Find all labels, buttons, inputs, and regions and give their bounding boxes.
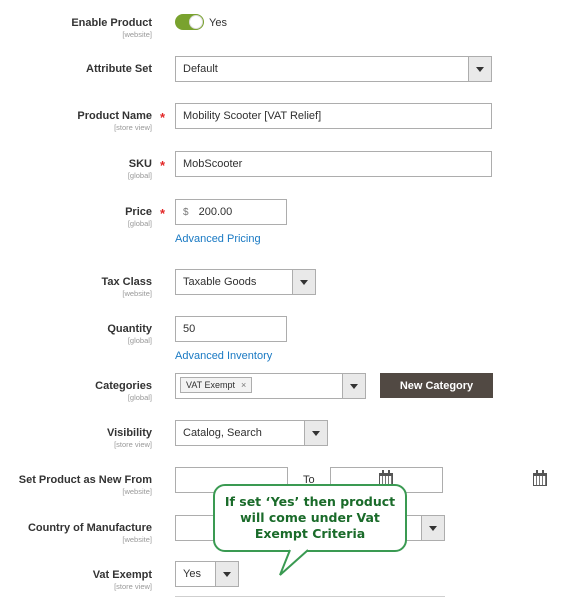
required-asterisk: * [160, 110, 166, 125]
product-name-scope: [store view] [114, 123, 152, 132]
required-asterisk: * [160, 206, 166, 221]
advanced-pricing-link[interactable]: Advanced Pricing [175, 233, 261, 245]
category-chip-vat-exempt: VAT Exempt × [180, 377, 253, 393]
new-from-label: Set Product as New From [website] [19, 474, 152, 496]
country-scope: [website] [122, 535, 152, 544]
tax-class-value: Taxable Goods [183, 276, 257, 288]
vat-exempt-callout: If set ‘Yes’ then product will come unde… [213, 484, 407, 552]
category-chip-label: VAT Exempt [186, 380, 236, 390]
callout-line-2: will come under Vat [240, 510, 380, 525]
enable-product-toggle[interactable] [175, 14, 204, 30]
country-label-text: Country of Manufacture [27, 522, 152, 534]
chevron-down-icon [292, 270, 315, 294]
advanced-inventory-link[interactable]: Advanced Inventory [175, 350, 272, 362]
tax-class-label-text: Tax Class [101, 276, 152, 288]
sku-label-text: SKU [128, 158, 152, 170]
product-name-label: Product Name [store view] [77, 110, 152, 132]
price-input[interactable]: $ 200.00 [175, 199, 287, 225]
chevron-down-icon [342, 374, 365, 398]
product-name-input[interactable]: Mobility Scooter [VAT Relief] [175, 103, 492, 129]
attribute-set-label-text: Attribute Set [86, 63, 152, 75]
sku-input[interactable]: MobScooter [175, 151, 492, 177]
sku-scope: [global] [127, 171, 152, 180]
price-label: Price [global] [125, 206, 152, 228]
enable-product-label-text: Enable Product [71, 17, 152, 29]
price-scope: [global] [127, 219, 152, 228]
chevron-down-icon [421, 516, 444, 540]
attribute-set-label: Attribute Set [86, 63, 152, 76]
visibility-value: Catalog, Search [183, 427, 262, 439]
chevron-down-icon [304, 421, 327, 445]
quantity-scope: [global] [127, 336, 152, 345]
sku-value: MobScooter [183, 158, 243, 170]
new-from-scope: [website] [122, 487, 152, 496]
new-from-label-text: Set Product as New From [18, 474, 152, 486]
price-value: 200.00 [198, 206, 233, 218]
attribute-set-value: Default [183, 63, 218, 75]
country-label: Country of Manufacture [website] [28, 522, 152, 544]
tax-class-label: Tax Class [website] [101, 276, 152, 298]
categories-label: Categories [global] [95, 380, 152, 402]
quantity-label-text: Quantity [107, 323, 152, 335]
quantity-label: Quantity [global] [107, 323, 152, 345]
vat-exempt-select[interactable]: Yes [175, 561, 239, 587]
visibility-select[interactable]: Catalog, Search [175, 420, 328, 446]
enable-product-scope: [website] [122, 30, 152, 39]
visibility-label: Visibility [store view] [107, 427, 152, 449]
vat-exempt-scope: [store view] [114, 582, 152, 591]
callout-line-1: If set ‘Yes’ then product [224, 494, 396, 509]
enable-product-label: Enable Product [website] [71, 17, 152, 39]
calendar-icon[interactable] [533, 470, 547, 486]
tax-class-scope: [website] [122, 289, 152, 298]
categories-scope: [global] [127, 393, 152, 402]
quantity-value: 50 [183, 323, 196, 335]
currency-symbol: $ [183, 207, 189, 218]
new-category-button[interactable]: New Category [380, 373, 493, 398]
vat-exempt-label: Vat Exempt [store view] [93, 569, 152, 591]
price-label-text: Price [125, 206, 152, 218]
enable-product-value: Yes [209, 17, 227, 29]
callout-tail [279, 549, 309, 576]
vat-exempt-value: Yes [183, 568, 201, 580]
quantity-input[interactable]: 50 [175, 316, 287, 342]
sku-label: SKU [global] [128, 158, 152, 180]
vat-exempt-label-text: Vat Exempt [92, 569, 152, 581]
product-name-value: Mobility Scooter [VAT Relief] [183, 110, 322, 122]
callout-line-3: Exempt Criteria [254, 526, 366, 541]
tax-class-select[interactable]: Taxable Goods [175, 269, 316, 295]
visibility-scope: [store view] [114, 440, 152, 449]
toggle-knob [189, 15, 203, 29]
categories-label-text: Categories [95, 380, 152, 392]
visibility-label-text: Visibility [106, 427, 152, 439]
chevron-down-icon [215, 562, 238, 586]
chevron-down-icon [468, 57, 491, 81]
required-asterisk: * [160, 158, 166, 173]
remove-chip-icon[interactable]: × [241, 380, 246, 390]
attribute-set-select[interactable]: Default [175, 56, 492, 82]
next-row-partial [175, 596, 445, 601]
product-name-label-text: Product Name [77, 110, 152, 122]
